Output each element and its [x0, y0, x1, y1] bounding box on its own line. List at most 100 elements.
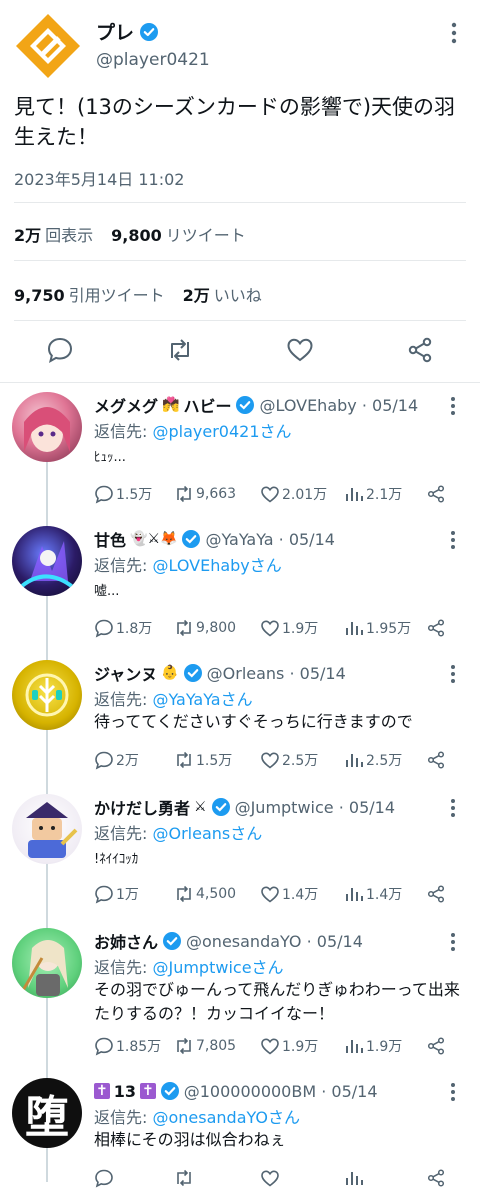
views-count-button[interactable]: 2.5万: [344, 750, 402, 770]
reply-handle-date[interactable]: @100000000BM · 05/14: [184, 1082, 378, 1101]
more-options-icon[interactable]: [450, 396, 456, 416]
like-count-button[interactable]: 2.5万: [260, 750, 318, 770]
avatar[interactable]: [12, 392, 82, 462]
views-count-button[interactable]: 2.1万: [344, 484, 402, 504]
avatar[interactable]: [14, 12, 82, 80]
share-icon: [427, 751, 445, 769]
quotes-count[interactable]: 9,750: [14, 286, 65, 305]
avatar[interactable]: [12, 928, 82, 998]
more-options-icon[interactable]: [450, 22, 458, 44]
like-count-button[interactable]: [260, 1168, 282, 1188]
reply-to-line: 返信先: @Jumptwiceさん: [94, 954, 284, 978]
retweets-label[interactable]: リツイート: [166, 222, 246, 246]
views-count-button[interactable]: 1.4万: [344, 884, 402, 904]
baby-emoji: 👶: [161, 665, 179, 681]
like-count-button[interactable]: 1.9万: [260, 1036, 318, 1056]
quotes-label[interactable]: 引用ツイート: [69, 282, 165, 306]
retweet-count-button[interactable]: [174, 1168, 196, 1188]
reply-to-link[interactable]: @onesandaYOさん: [152, 1108, 300, 1127]
share-button[interactable]: [426, 750, 446, 770]
reply-handle-date[interactable]: @onesandaYO · 05/14: [186, 932, 363, 951]
reply-handle-date[interactable]: @Orleans · 05/14: [207, 664, 346, 683]
reply-display-name[interactable]: 13: [114, 1082, 136, 1101]
more-options-icon[interactable]: [450, 798, 456, 818]
views-count-button[interactable]: 1.9万: [344, 1036, 402, 1056]
reply-count-button[interactable]: 1.85万: [94, 1036, 161, 1056]
views-count: 1.95万: [366, 621, 412, 637]
likes-count[interactable]: 2万: [183, 282, 210, 306]
verified-badge-icon: [163, 932, 182, 950]
share-button[interactable]: [426, 884, 446, 904]
views-count-button[interactable]: [344, 1168, 366, 1188]
reply-count-button[interactable]: 2万: [94, 750, 139, 770]
reply-count-button[interactable]: 1.5万: [94, 484, 152, 504]
share-button[interactable]: [426, 1036, 446, 1056]
reply-count-button[interactable]: 1万: [94, 884, 139, 904]
reply-header: ジャンヌ 👶 @Orleans · 05/14: [94, 661, 346, 685]
reply-handle-date[interactable]: @Jumptwice · 05/14: [235, 798, 395, 817]
avatar[interactable]: [12, 526, 82, 596]
avatar[interactable]: [12, 660, 82, 730]
user-handle[interactable]: @player0421: [96, 50, 210, 70]
retweet-count-button[interactable]: 7,805: [174, 1036, 236, 1056]
reply-handle-date[interactable]: @YaYaYa · 05/14: [205, 530, 335, 549]
display-name[interactable]: プレ: [96, 18, 159, 45]
divider: [14, 320, 466, 321]
views-count: 2.5万: [366, 753, 403, 769]
views-chart-icon: [346, 622, 363, 635]
avatar[interactable]: 堕: [12, 1078, 82, 1148]
retweet-count-button[interactable]: 9,663: [174, 484, 236, 504]
reply-count: 1.85万: [116, 1039, 162, 1055]
reply-icon: [95, 885, 113, 904]
verified-badge-icon: [182, 530, 201, 548]
retweet-count-button[interactable]: 1.5万: [174, 750, 232, 770]
reply-to-link[interactable]: @Jumptwiceさん: [152, 958, 283, 977]
more-options-icon[interactable]: [450, 664, 456, 684]
reply-to-link[interactable]: @Orleansさん: [152, 824, 262, 843]
reply-display-name[interactable]: かけだし勇者: [94, 795, 190, 819]
likes-label[interactable]: いいね: [214, 282, 262, 306]
like-count-button[interactable]: 2.01万: [260, 484, 327, 504]
avatar[interactable]: [12, 794, 82, 864]
share-icon[interactable]: [406, 336, 434, 364]
like-count-button[interactable]: 1.4万: [260, 884, 318, 904]
reply-to-line: 返信先: @LOVEhabyさん: [94, 552, 282, 576]
like-icon[interactable]: [286, 336, 314, 364]
reply-text: 嘘...: [94, 584, 120, 599]
share-icon: [427, 1037, 445, 1055]
retweet-count-button[interactable]: 4,500: [174, 884, 236, 904]
divider: [0, 382, 480, 383]
like-count-button[interactable]: 1.9万: [260, 618, 318, 638]
display-name-text[interactable]: プレ: [96, 18, 134, 45]
reply-to-link[interactable]: @player0421さん: [152, 422, 291, 441]
reply-display-name-suffix[interactable]: ハビー: [183, 393, 231, 417]
reply-display-name[interactable]: お姉さん: [94, 929, 158, 953]
reply-to-prefix: 返信先:: [94, 958, 153, 977]
reply-count-button[interactable]: 1.8万: [94, 618, 152, 638]
reply-count-button[interactable]: [94, 1168, 116, 1188]
reply-icon[interactable]: [46, 336, 74, 364]
reply-action-bar: [94, 1168, 450, 1190]
more-options-icon[interactable]: [450, 1082, 456, 1102]
retweet-icon: [177, 885, 191, 903]
reply-to-link[interactable]: @YaYaYaさん: [152, 690, 252, 709]
more-options-icon[interactable]: [450, 530, 456, 550]
views-count-button[interactable]: 1.95万: [344, 618, 411, 638]
reply-icon: [95, 1169, 113, 1188]
retweet-icon[interactable]: [166, 336, 194, 364]
share-icon: [427, 1169, 445, 1187]
reply-to-link[interactable]: @LOVEhabyさん: [152, 556, 281, 575]
reply-handle-date[interactable]: @LOVEhaby · 05/14: [259, 396, 418, 415]
share-button[interactable]: [426, 484, 446, 504]
reply-display-name[interactable]: ジャンヌ: [94, 661, 157, 685]
retweets-count[interactable]: 9,800: [111, 226, 162, 245]
views-chart-icon: [346, 1040, 363, 1053]
reply-display-name[interactable]: メグメグ: [94, 393, 158, 417]
reply-display-name[interactable]: 甘色: [94, 527, 126, 551]
tweet-timestamp[interactable]: 2023年5月14日 11:02: [14, 166, 184, 190]
share-button[interactable]: [426, 618, 446, 638]
retweet-count-button[interactable]: 9,800: [174, 618, 236, 638]
views-label: 回表示: [45, 226, 94, 245]
more-options-icon[interactable]: [450, 932, 456, 952]
share-button[interactable]: [426, 1168, 446, 1188]
